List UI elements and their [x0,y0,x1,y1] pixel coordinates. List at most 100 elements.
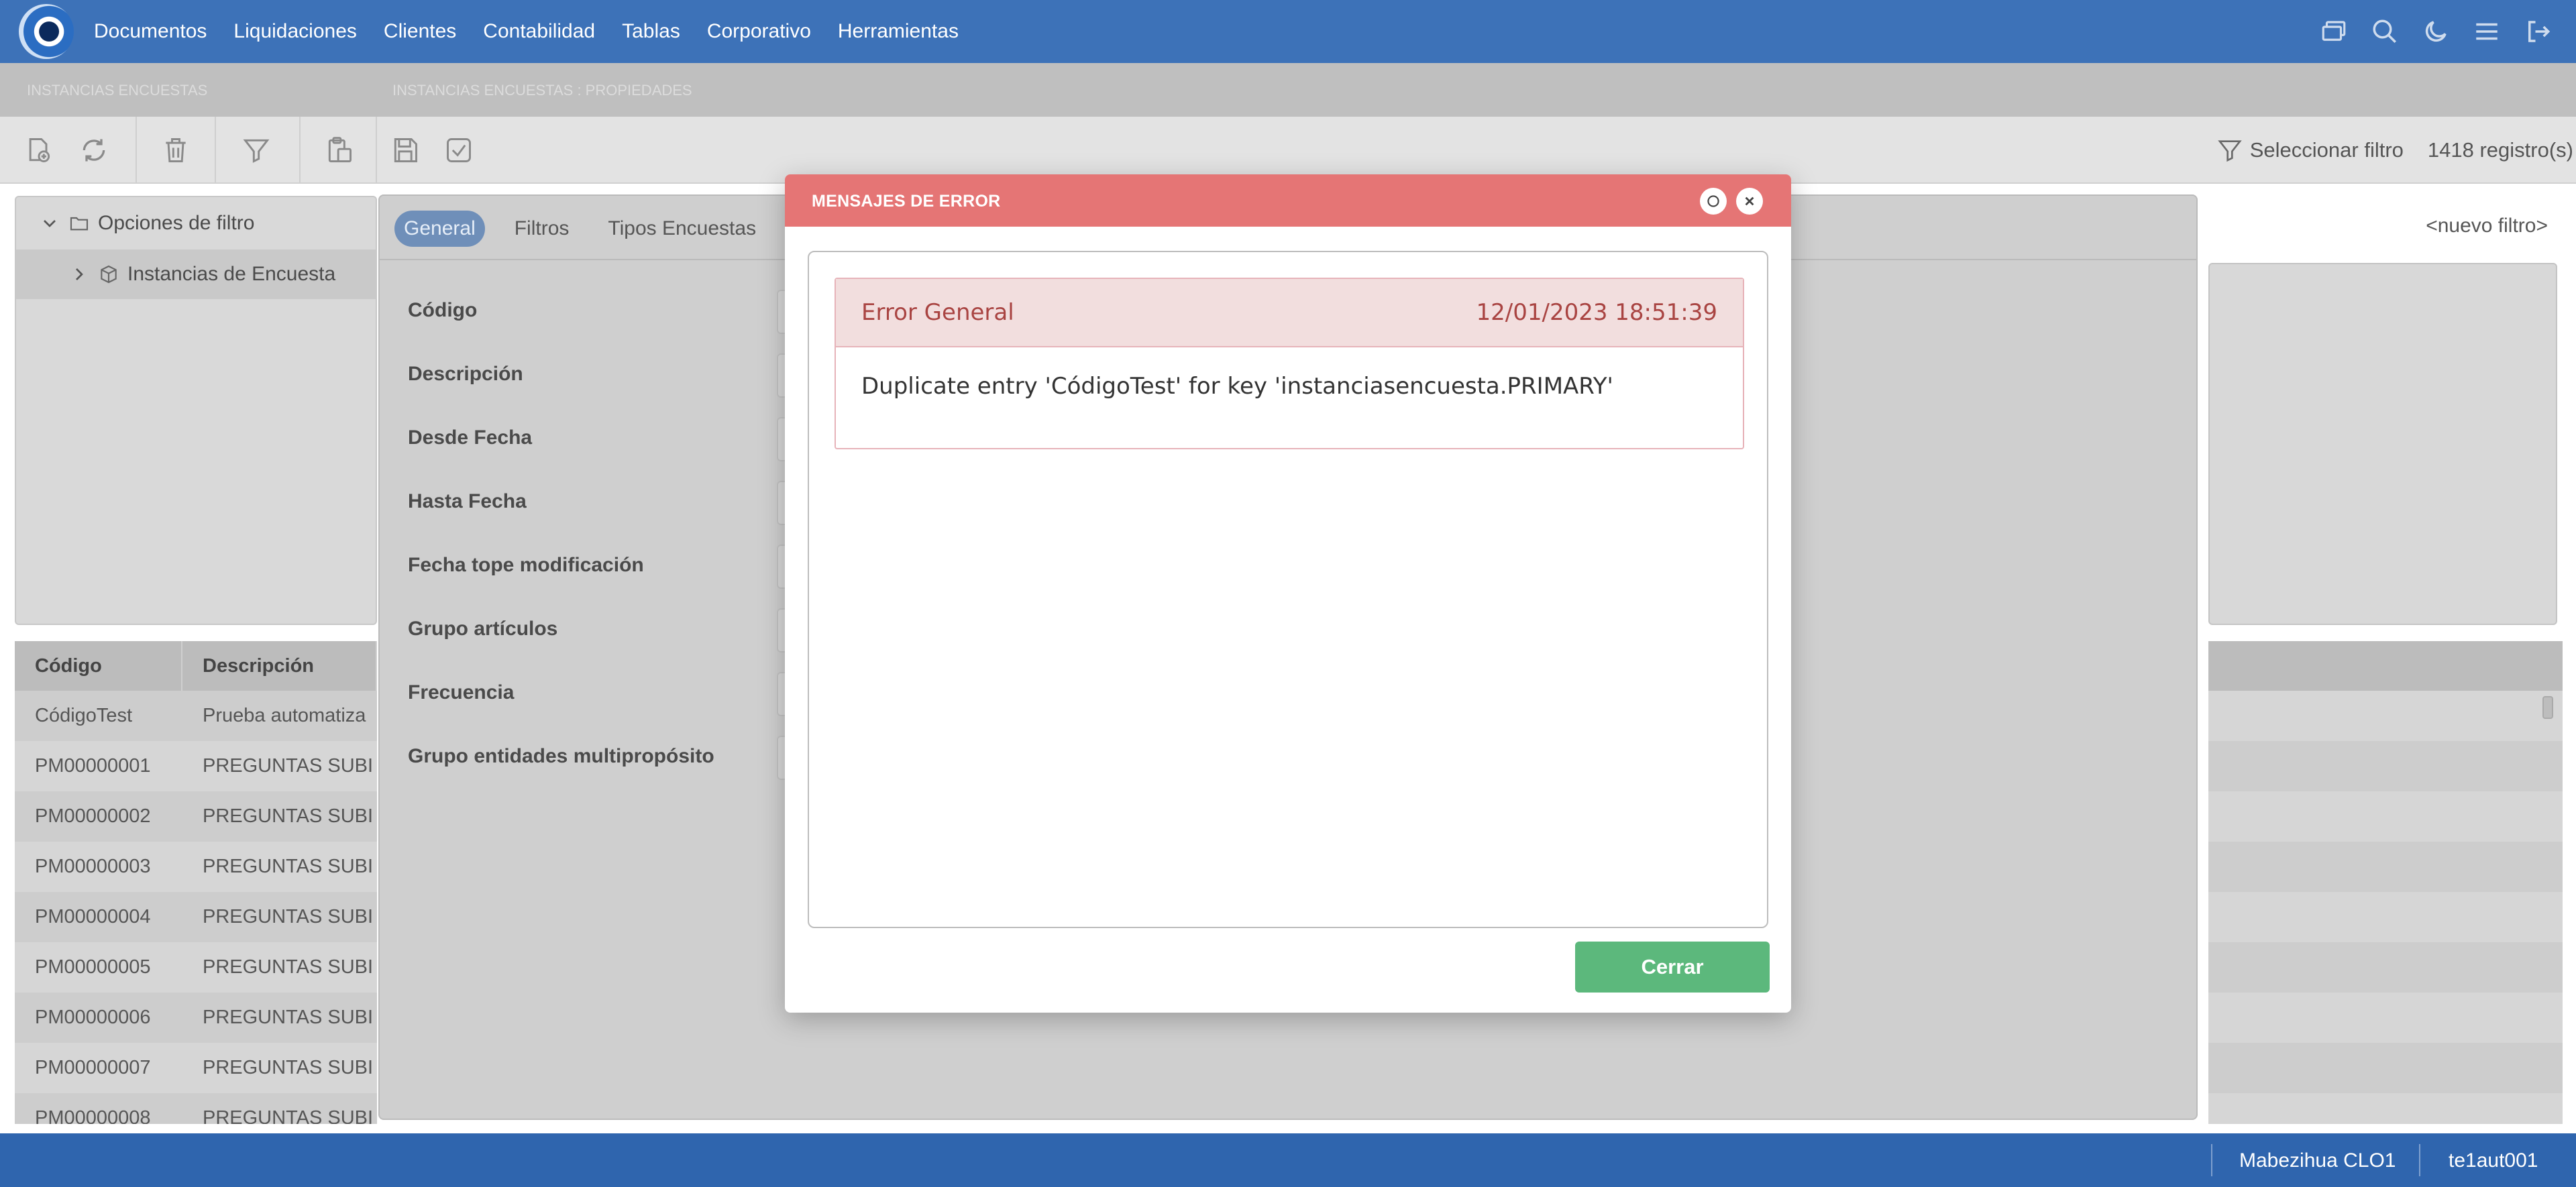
table-header: Código Descripción [15,641,377,691]
paste-icon[interactable] [322,133,357,168]
status-bar: Mabezihua CLO1 te1aut001 [0,1133,2576,1187]
table-row[interactable]: PM00000004 PREGUNTAS SUBI [15,892,377,942]
close-icon [1745,196,1754,206]
dark-mode-icon[interactable] [2422,17,2450,46]
chevron-down-icon[interactable] [39,213,60,234]
field-label-grupo-articulos: Grupo artículos [408,618,558,640]
dialog-body: Error General 12/01/2023 18:51:39 Duplic… [808,251,1768,928]
filter-editor-box [2208,263,2557,625]
table-row[interactable]: PM00000005 PREGUNTAS SUBI [15,942,377,993]
menu-icon[interactable] [2473,17,2501,46]
cell-codigo: PM00000003 [35,856,151,877]
error-message: Duplicate entry 'CódigoTest' for key 'in… [861,373,1613,400]
cell-codigo: PM00000006 [35,1007,151,1028]
table-row[interactable]: PM00000008 PREGUNTAS SUBI [15,1093,377,1124]
filter-icon[interactable] [239,133,274,168]
tree-item-instancias[interactable]: Instancias de Encuesta [16,249,376,299]
cube-icon [101,265,117,284]
search-icon[interactable] [2371,17,2399,46]
cell-descripcion: Prueba automatiza [203,705,366,726]
cell-descripcion: PREGUNTAS SUBI [203,1107,374,1124]
nav-clientes[interactable]: Clientes [384,20,456,43]
status-session-code: te1aut001 [2449,1149,2538,1172]
nav-tablas[interactable]: Tablas [622,20,680,43]
tree-root-label: Opciones de filtro [98,212,255,234]
column-header-codigo[interactable]: Código [15,641,182,691]
filter-select-icon [2218,140,2242,162]
maximize-button[interactable] [1700,188,1727,215]
table-row[interactable]: PM00000007 PREGUNTAS SUBI [15,1043,377,1093]
logout-icon[interactable] [2524,17,2552,46]
select-filter-button[interactable]: Seleccionar filtro [2216,137,2404,164]
error-timestamp: 12/01/2023 18:51:39 [1476,299,1717,326]
toolbar: Seleccionar filtro 1418 registro(s) [0,117,2576,184]
tree-item-label: Instancias de Encuesta [127,263,336,285]
toolbar-right: Seleccionar filtro 1418 registro(s) [2216,117,2576,184]
field-label-desde-fecha: Desde Fecha [408,427,533,449]
panel-header-strip: INSTANCIAS ENCUESTAS INSTANCIAS ENCUESTA… [0,63,2576,117]
top-nav-actions [2320,0,2552,63]
status-user: Mabezihua CLO1 [2239,1149,2396,1172]
nav-contabilidad[interactable]: Contabilidad [483,20,595,43]
table-body: CódigoTest Prueba automatiza PM00000001 PR… [15,691,377,1124]
new-document-icon[interactable] [21,133,56,168]
new-filter-link[interactable]: <nuevo filtro> [2426,215,2548,237]
filter-tree-panel: Opciones de filtro Instancias de Encuest… [15,196,377,625]
tab-tipos-encuestas[interactable]: Tipos Encuestas [598,211,765,247]
save-close-icon[interactable] [441,133,476,168]
error-card-header: Error General 12/01/2023 18:51:39 [836,279,1743,347]
windows-icon[interactable] [2320,17,2348,46]
nav-documentos[interactable]: Documentos [94,20,207,43]
app-logo[interactable] [19,4,74,59]
cell-codigo: PM00000004 [35,906,151,927]
cell-codigo: PM00000005 [35,956,151,978]
table-row[interactable]: PM00000003 PREGUNTAS SUBI [15,842,377,892]
dialog-title: MENSAJES DE ERROR [812,192,1001,211]
chevron-right-icon[interactable] [68,264,90,285]
cell-descripcion: PREGUNTAS SUBI [203,856,374,877]
error-title: Error General [861,299,1014,326]
properties-panel-title: INSTANCIAS ENCUESTAS : PROPIEDADES [392,82,692,99]
cell-codigo: PM00000002 [35,805,151,827]
table-row[interactable]: CódigoTest Prueba automatiza [15,691,377,741]
tree-root-filter-options[interactable]: Opciones de filtro [39,209,254,237]
tab-filtros[interactable]: Filtros [505,211,579,247]
field-label-grupo-entidades: Grupo entidades multipropósito [408,745,714,767]
tab-general[interactable]: General [394,211,485,247]
field-label-fecha-tope: Fecha tope modificación [408,554,644,576]
cell-codigo: PM00000001 [35,755,151,777]
properties-tabs: General Filtros Tipos Encuestas [394,211,765,247]
top-nav-bar: Documentos Liquidaciones Clientes Contab… [0,0,2576,63]
column-header-descripcion[interactable]: Descripción [182,641,377,691]
dialog-header: MENSAJES DE ERROR [785,174,1791,227]
save-icon[interactable] [388,133,423,168]
table-scrollbar-thumb[interactable] [2542,696,2553,719]
table-row[interactable]: PM00000006 PREGUNTAS SUBI [15,993,377,1043]
nav-corporativo[interactable]: Corporativo [707,20,811,43]
field-label-descripcion: Descripción [408,363,523,385]
record-count: 1418 registro(s) [2427,138,2573,162]
cell-descripcion: PREGUNTAS SUBI [203,1007,374,1028]
refresh-icon[interactable] [76,133,111,168]
error-card: Error General 12/01/2023 18:51:39 Duplic… [835,278,1744,449]
cell-descripcion: PREGUNTAS SUBI [203,755,374,777]
nav-herramientas[interactable]: Herramientas [838,20,959,43]
cerrar-button[interactable]: Cerrar [1575,942,1770,993]
cell-descripcion: PREGUNTAS SUBI [203,1057,374,1078]
cell-descripcion: PREGUNTAS SUBI [203,956,374,978]
filter-header-right: <nuevo filtro> [2208,194,2557,262]
table-row[interactable]: PM00000001 PREGUNTAS SUBI [15,741,377,791]
table-row[interactable]: PM00000002 PREGUNTAS SUBI [15,791,377,842]
cell-codigo: PM00000008 [35,1107,151,1124]
left-panel-title: INSTANCIAS ENCUESTAS [27,82,208,99]
cell-codigo: PM00000007 [35,1057,151,1078]
delete-icon[interactable] [158,133,193,168]
nav-liquidaciones[interactable]: Liquidaciones [233,20,356,43]
error-dialog: MENSAJES DE ERROR Error General 12/01/20… [785,174,1791,1013]
folder-icon [70,217,89,231]
close-dialog-button[interactable] [1736,188,1763,215]
select-filter-label: Seleccionar filtro [2249,138,2404,162]
field-label-hasta-fecha: Hasta Fecha [408,490,527,512]
table-header-extension [2208,641,2563,691]
field-label-codigo: Código [408,299,478,321]
